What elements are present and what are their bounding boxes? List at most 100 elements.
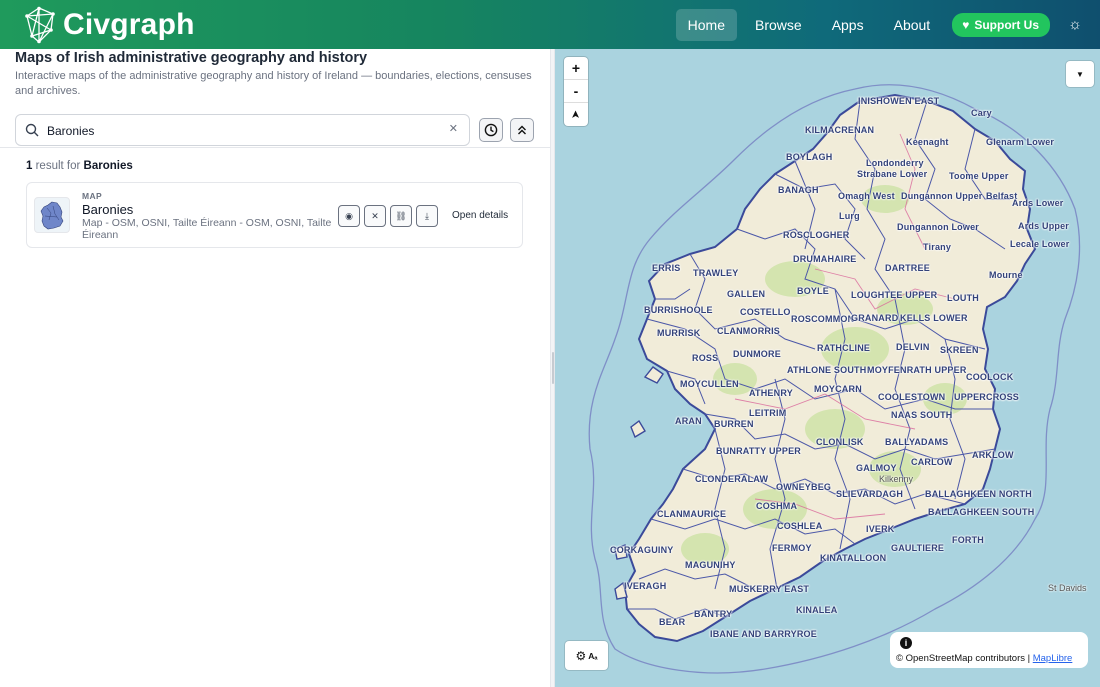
result-card[interactable]: MAP Baronies Map - OSM, OSNI, Tailte Éir… xyxy=(26,182,523,248)
map-label: DARTREE xyxy=(885,263,930,273)
map-label: Lecale Lower xyxy=(1010,239,1070,249)
map-label: CARLOW xyxy=(911,457,953,467)
map-label: INISHOWEN EAST xyxy=(858,96,940,106)
brand-name: Civgraph xyxy=(63,7,195,41)
link-button[interactable]: ⛓ xyxy=(390,205,412,227)
map-label: COOLESTOWN xyxy=(878,392,946,402)
map-label: GRANARD xyxy=(851,313,899,323)
map-label: MOYFENRATH UPPER xyxy=(867,365,967,375)
brand-logo[interactable]: Civgraph xyxy=(22,6,195,44)
map-label: Tirany xyxy=(923,242,952,252)
map-label: SKREEN xyxy=(940,345,979,355)
map-label: KELLS LOWER xyxy=(900,313,968,323)
result-query: Baronies xyxy=(83,160,133,172)
maplibre-link[interactable]: MapLibre xyxy=(1033,653,1073,664)
nav-about[interactable]: About xyxy=(882,9,943,41)
resize-grip[interactable] xyxy=(552,352,554,384)
attribution-text: © OpenStreetMap contributors | MapLibre xyxy=(896,653,1072,664)
map-label: BOYLE xyxy=(797,286,830,296)
search-icon xyxy=(25,123,39,137)
sun-icon: ☼ xyxy=(1068,16,1082,33)
network-logo-icon xyxy=(25,6,55,43)
result-title[interactable]: Baronies xyxy=(82,202,133,217)
nav-home[interactable]: Home xyxy=(675,8,737,41)
map-label: ATHLONE SOUTH xyxy=(787,365,867,375)
open-details-link[interactable]: Open details xyxy=(452,210,508,221)
map-label: ROSS xyxy=(692,353,719,363)
map-label: BALLAGHKEEN NORTH xyxy=(925,489,1032,499)
nav-browse[interactable]: Browse xyxy=(743,9,814,41)
zoom-in-button[interactable]: + xyxy=(564,57,588,80)
map-label: FORTH xyxy=(952,535,984,545)
history-button[interactable] xyxy=(479,118,503,142)
map-label: Glenarm Lower xyxy=(986,137,1055,147)
map-label: GALMOY xyxy=(856,463,897,473)
result-subtitle: Map - OSM, OSNI, Tailte Éireann - OSM, O… xyxy=(82,217,332,241)
map-label: BURRISHOOLE xyxy=(644,305,713,315)
map-label: LOUTH xyxy=(947,293,979,303)
theme-toggle-button[interactable]: ☼ xyxy=(1066,16,1084,33)
view-button[interactable]: ◉ xyxy=(338,205,360,227)
map-label: St Davids xyxy=(1048,583,1087,593)
map-label: Londonderry xyxy=(866,158,924,168)
map-label: CORKAGUINY xyxy=(610,545,674,555)
info-icon[interactable]: i xyxy=(900,637,912,649)
remove-button[interactable]: ✕ xyxy=(364,205,386,227)
map-label: Mourne xyxy=(989,270,1023,280)
map-label: Lurg xyxy=(839,211,860,221)
map-label: Toome Upper xyxy=(949,171,1009,181)
map-label: MOYCARN xyxy=(814,384,862,394)
map-label: GAULTIERE xyxy=(891,543,945,553)
map-label: KINATALLOON xyxy=(820,553,887,563)
map-label: COSTELLO xyxy=(740,307,791,317)
layer-dropdown-button[interactable]: ▼ xyxy=(1066,61,1094,87)
map-label: CLONLISK xyxy=(816,437,864,447)
map-label: KINALEA xyxy=(796,605,838,615)
eye-icon: ◉ xyxy=(345,210,353,221)
map-label: ARAN xyxy=(675,416,702,426)
map-label: KILMACRENAN xyxy=(805,125,875,135)
map-label: ATHENRY xyxy=(749,388,793,398)
close-icon: ✕ xyxy=(371,210,379,221)
map-label: MOYCULLEN xyxy=(680,379,739,389)
map-label: COSHLEA xyxy=(777,521,823,531)
map-label: BANAGH xyxy=(778,185,819,195)
map-style-button[interactable]: ⚙ Aₐ xyxy=(565,641,608,670)
map-view[interactable]: INISHOWEN EAST KILMACRENAN Cary Glenarm … xyxy=(555,49,1100,687)
map-label: NAAS SOUTH xyxy=(891,410,953,420)
compass-icon: ➤ xyxy=(570,109,583,120)
support-us-button[interactable]: ♥ Support Us xyxy=(952,12,1050,37)
map-label: IVERK xyxy=(866,524,895,534)
search-box: ✕ xyxy=(15,114,470,146)
download-button[interactable]: ⤓ xyxy=(416,205,438,227)
map-label: MUSKERRY EAST xyxy=(729,584,810,594)
zoom-out-button[interactable]: - xyxy=(564,80,588,103)
map-label: BALLYADAMS xyxy=(885,437,949,447)
map-label: OWNEYBEG xyxy=(776,482,832,492)
top-bar: Civgraph Home Browse Apps About ♥ Suppor… xyxy=(0,0,1100,49)
collapse-button[interactable] xyxy=(510,118,534,142)
map-label: ERRIS xyxy=(652,263,681,273)
map-label: LOUGHTEE UPPER xyxy=(851,290,938,300)
map-thumbnail xyxy=(34,197,70,233)
map-label: UPPERCROSS xyxy=(954,392,1020,402)
compass-button[interactable]: ➤ xyxy=(564,103,588,126)
map-label: CLANMAURICE xyxy=(657,509,727,519)
map-label: FERMOY xyxy=(772,543,812,553)
map-label: BEAR xyxy=(659,617,686,627)
map-label: COOLOCK xyxy=(966,372,1014,382)
page-description: Interactive maps of the administrative g… xyxy=(15,70,532,97)
map-label: COSHMA xyxy=(756,501,798,511)
map-label: DELVIN xyxy=(896,342,930,352)
map-label: Strabane Lower xyxy=(857,169,928,179)
ireland-thumbnail-icon xyxy=(40,201,64,230)
map-label: BUNRATTY UPPER xyxy=(716,446,801,456)
chevron-down-icon: ▼ xyxy=(1076,69,1084,79)
nav-apps[interactable]: Apps xyxy=(820,9,876,41)
map-label: MURRISK xyxy=(657,328,701,338)
attribution-prefix: © OpenStreetMap contributors | xyxy=(896,653,1033,664)
zoom-controls: + - ➤ xyxy=(564,57,588,126)
clear-search-icon[interactable]: ✕ xyxy=(449,122,458,135)
search-input[interactable] xyxy=(47,121,442,141)
map-label: GALLEN xyxy=(727,289,766,299)
